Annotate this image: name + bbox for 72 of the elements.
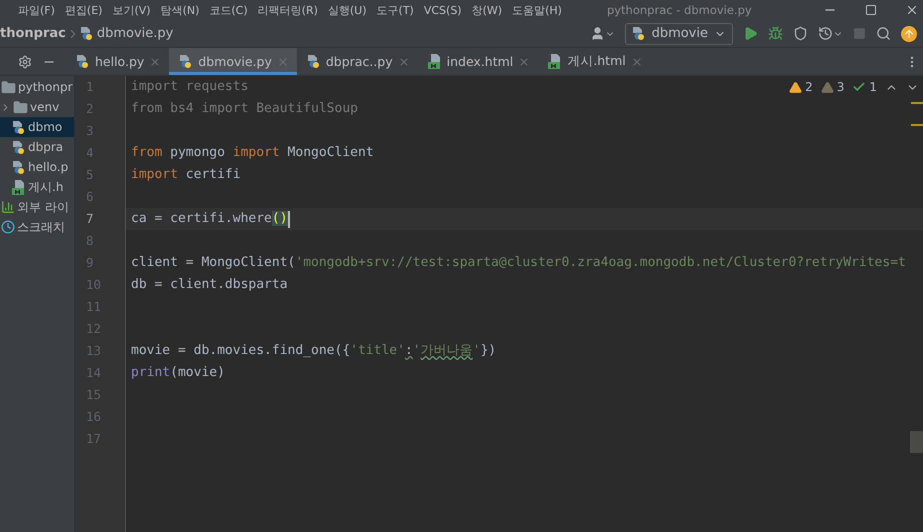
editor-tab[interactable]: hello.py xyxy=(66,48,170,75)
tree-item[interactable]: venv xyxy=(0,97,74,117)
weak-warning-icon xyxy=(820,80,834,94)
python-file-icon xyxy=(80,26,94,41)
run-configuration-dropdown[interactable]: dbmovie xyxy=(624,22,733,44)
code-line: from bs4 import BeautifulSoup xyxy=(131,100,358,118)
html-file-icon xyxy=(12,180,26,194)
python-file-icon xyxy=(12,120,26,134)
folder-icon xyxy=(13,100,28,114)
maximize-icon[interactable] xyxy=(865,4,877,16)
warning-marker[interactable] xyxy=(911,102,923,104)
check-icon xyxy=(852,80,866,94)
html-file-icon xyxy=(428,54,442,69)
menu-item[interactable]: 편집(E) xyxy=(60,2,108,18)
shield-icon[interactable] xyxy=(793,26,808,41)
code-line: movie = db.movies.find_one({'title':'가버나움'}) xyxy=(131,342,496,360)
code-line: from pymongo import MongoClient xyxy=(131,144,374,162)
folder-icon xyxy=(1,80,16,94)
code-line: ca = certifi.where() xyxy=(131,210,288,228)
code-line: import certifi xyxy=(131,166,241,184)
python-file-icon xyxy=(179,54,194,69)
python-file-icon xyxy=(306,54,321,69)
python-file-icon xyxy=(12,140,26,154)
user-icon[interactable] xyxy=(590,26,615,41)
update-icon[interactable] xyxy=(901,26,917,42)
clock-icon xyxy=(1,220,15,234)
profiler-icon[interactable] xyxy=(818,26,843,41)
warning-icon xyxy=(789,80,802,94)
code-line: db = client.dbsparta xyxy=(131,276,288,294)
window-title: pythonprac - dbmovie.py xyxy=(606,3,752,17)
html-file-icon xyxy=(548,54,562,69)
menu-item[interactable]: 파일(F) xyxy=(13,2,60,18)
warning-marker[interactable] xyxy=(911,124,923,126)
breadcrumb-item[interactable]: dbmovie.py xyxy=(96,26,174,41)
inspection-count[interactable]: 2 xyxy=(789,80,813,94)
python-file-icon xyxy=(12,160,26,174)
tree-item[interactable]: 외부 라이 xyxy=(0,197,74,217)
search-icon[interactable] xyxy=(876,26,891,41)
breadcrumb-item[interactable]: thonprac xyxy=(0,26,66,41)
tree-item[interactable]: 스크래치 xyxy=(0,217,74,237)
menu-item[interactable]: 리팩터링(R) xyxy=(252,2,323,18)
menu-item[interactable]: 창(W) xyxy=(466,2,508,18)
menu-item[interactable]: 탐색(N) xyxy=(156,2,204,18)
library-icon xyxy=(1,200,15,214)
editor-tab[interactable]: dbmovie.py xyxy=(169,48,297,75)
tree-item[interactable]: 게시.h xyxy=(0,177,74,197)
line-number: 7 xyxy=(85,210,95,228)
bug-icon[interactable] xyxy=(768,26,783,41)
editor-tab[interactable]: dbprac..py xyxy=(296,48,418,75)
tree-item[interactable]: dbpra xyxy=(0,137,74,157)
inspection-count[interactable]: 3 xyxy=(820,80,844,94)
menu-item[interactable]: 보기(V) xyxy=(107,2,156,18)
inspection-count[interactable]: 1 xyxy=(852,80,877,94)
menu-item[interactable]: 실행(U) xyxy=(322,2,372,18)
python-file-icon xyxy=(632,26,646,41)
editor-tab[interactable]: 게시.html xyxy=(538,48,651,75)
tree-item[interactable]: dbmo xyxy=(0,117,74,137)
code-line: client = MongoClient('mongodb+srv://test:sparta@cluster0.zra4oag.mongodb.net/Cluster0?retryWrites=t xyxy=(131,254,906,272)
python-file-icon xyxy=(76,54,90,69)
menu-item[interactable]: 도움말(H) xyxy=(507,2,567,18)
run-icon[interactable] xyxy=(743,26,758,41)
menu-item[interactable]: 도구(T) xyxy=(372,2,419,18)
editor-tab[interactable]: index.html xyxy=(418,48,538,75)
code-line: print(movie) xyxy=(131,364,225,382)
menu-item[interactable]: 코드(C) xyxy=(204,2,253,18)
scrollbar-thumb[interactable] xyxy=(910,431,923,453)
settings-icon[interactable] xyxy=(18,54,32,68)
tree-item[interactable]: hello.p xyxy=(0,157,74,177)
code-line: import requests xyxy=(131,78,248,96)
menu-item[interactable]: VCS(S) xyxy=(418,4,467,16)
tree-item[interactable]: pythonpr xyxy=(0,77,74,97)
close-icon[interactable] xyxy=(905,3,919,17)
